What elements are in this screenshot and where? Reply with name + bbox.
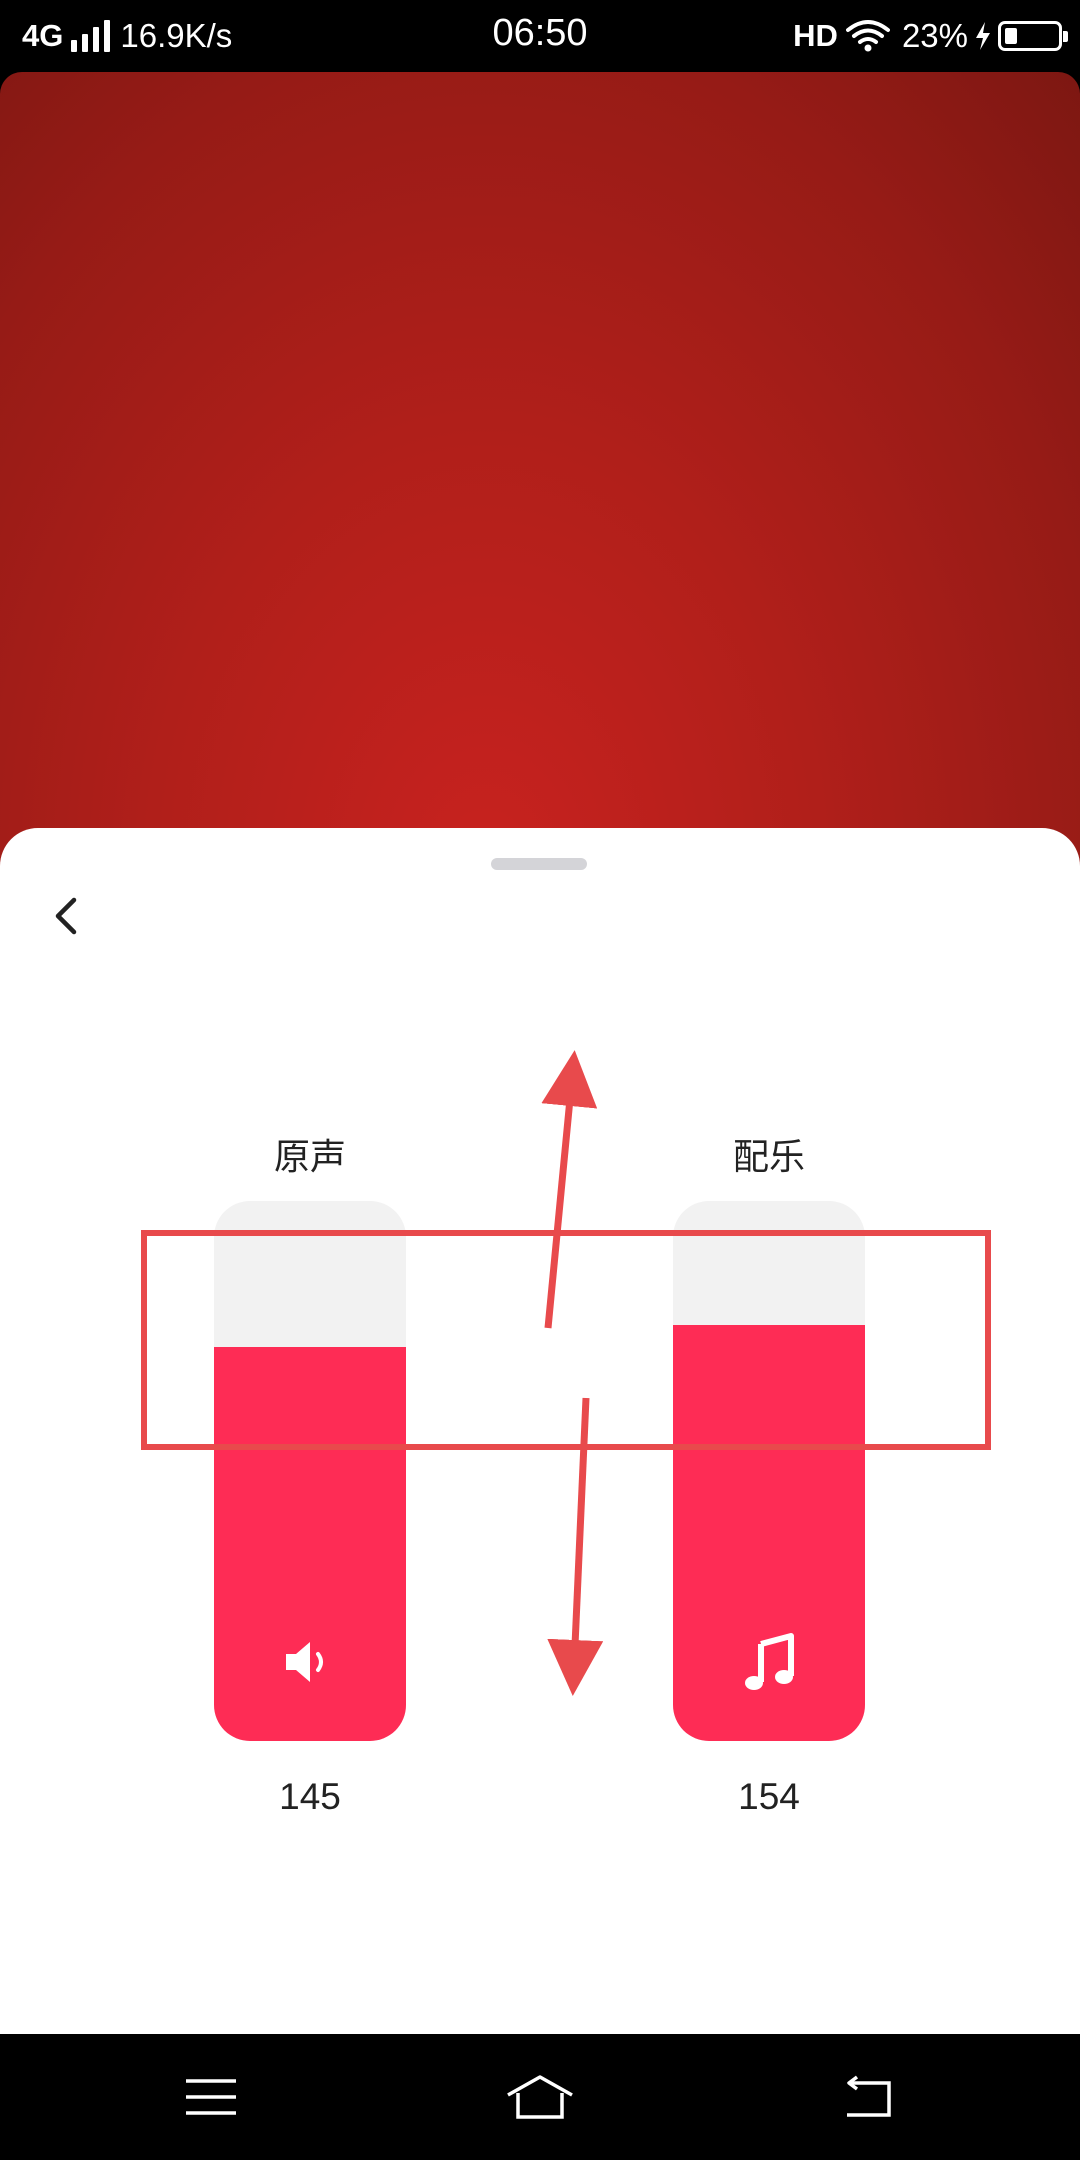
music-slider[interactable] <box>673 1201 865 1741</box>
video-preview <box>0 72 1080 872</box>
volume-panel: 原声 145 配乐 154 <box>0 828 1080 2034</box>
navigation-bar <box>0 2034 1080 2160</box>
back-icon <box>847 2075 891 2117</box>
original-sound-value: 145 <box>279 1776 341 1817</box>
back-button[interactable] <box>38 880 94 952</box>
hd-indicator: HD <box>793 18 838 53</box>
music-label: 配乐 <box>732 1136 805 1177</box>
menu-icon <box>186 2079 236 2115</box>
music-note-icon <box>673 1627 865 1697</box>
music-value: 154 <box>738 1776 800 1817</box>
original-sound-label: 原声 <box>273 1136 346 1177</box>
battery-percent: 23% <box>901 17 968 54</box>
wifi-icon <box>845 20 890 52</box>
status-bar: 4G 16.9K/s 06:50 HD 23% <box>0 0 1080 72</box>
battery-level-fill <box>1005 28 1017 44</box>
menu-button[interactable] <box>171 2064 251 2130</box>
speaker-icon <box>214 1627 406 1697</box>
chevron-left-icon <box>55 897 77 935</box>
status-right: HD 23% <box>793 14 1068 58</box>
charging-icon <box>976 22 990 50</box>
sheet-drag-handle[interactable] <box>491 858 587 870</box>
home-button[interactable] <box>500 2064 580 2130</box>
original-sound-slider[interactable] <box>214 1201 406 1741</box>
battery-icon <box>998 21 1068 51</box>
back-nav-button[interactable] <box>828 2064 908 2130</box>
home-icon <box>507 2075 573 2119</box>
